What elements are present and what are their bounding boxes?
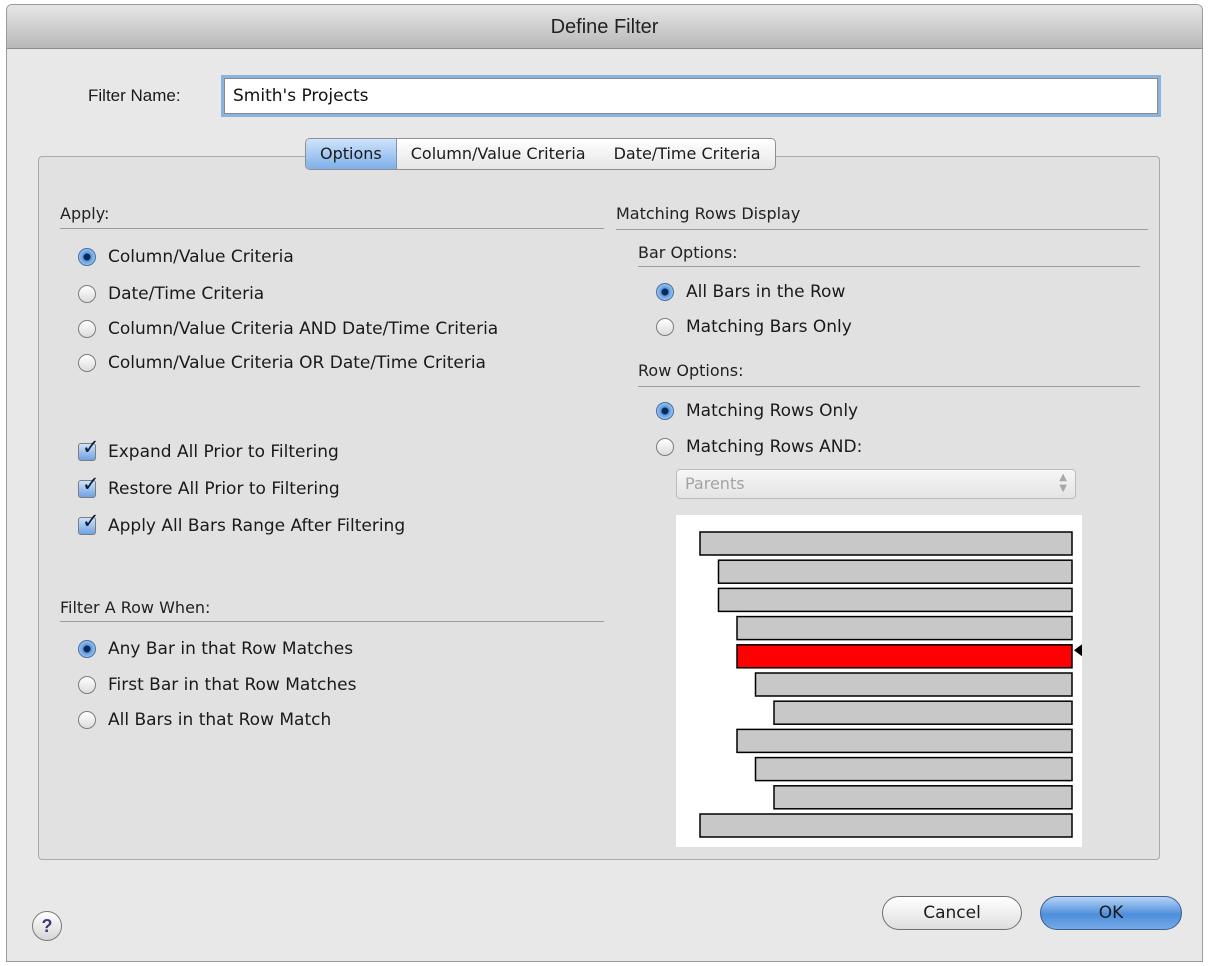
apply-divider: [60, 228, 604, 229]
checkbox[interactable]: ✓: [78, 437, 100, 461]
bar-option-all-bars[interactable]: All Bars in the Row: [656, 280, 845, 304]
tab-column-value-criteria[interactable]: Column/Value Criteria: [397, 139, 600, 169]
checkmark-icon: ✓: [82, 472, 100, 496]
apply-option-or[interactable]: Column/Value Criteria OR Date/Time Crite…: [78, 351, 486, 375]
bar-options-heading: Bar Options:: [638, 243, 738, 262]
radio-button[interactable]: [656, 318, 674, 336]
radio-button[interactable]: [656, 283, 674, 301]
select-value: Parents: [685, 474, 745, 493]
preview-bar: [736, 615, 1073, 641]
checkbox-label: Restore All Prior to Filtering: [108, 479, 340, 499]
help-button[interactable]: ?: [32, 911, 62, 941]
tab-bar: Options Column/Value Criteria Date/Time …: [305, 138, 776, 170]
related-rows-select[interactable]: Parents ▲ ▼: [676, 469, 1076, 499]
preview-bar: [773, 785, 1073, 810]
filter-name-label: Filter Name:: [88, 86, 181, 105]
preview-bar: [736, 728, 1073, 754]
checkbox-label: Expand All Prior to Filtering: [108, 442, 339, 462]
preview-bar: [699, 813, 1073, 838]
option-label: Any Bar in that Row Matches: [108, 639, 354, 659]
checkmark-icon: ✓: [82, 509, 100, 533]
preview-bar: [699, 531, 1073, 556]
option-label: Column/Value Criteria AND Date/Time Crit…: [108, 319, 499, 339]
checkbox-apply-all-bars[interactable]: ✓ Apply All Bars Range After Filtering: [78, 511, 406, 538]
row-option-matching-and[interactable]: Matching Rows AND:: [656, 435, 862, 459]
matching-display-heading: Matching Rows Display: [616, 204, 801, 223]
filter-name-input[interactable]: [224, 78, 1158, 114]
filter-row-option-all[interactable]: All Bars in that Row Match: [78, 708, 331, 732]
filter-row-divider: [60, 621, 604, 622]
row-options-heading: Row Options:: [638, 361, 744, 380]
bar-options-divider: [638, 266, 1140, 267]
radio-button[interactable]: [78, 285, 96, 303]
filter-row-option-any[interactable]: Any Bar in that Row Matches: [78, 637, 353, 661]
checkbox-expand-all[interactable]: ✓ Expand All Prior to Filtering: [78, 437, 339, 464]
apply-option-column-value[interactable]: Column/Value Criteria: [78, 245, 294, 269]
option-label: Column/Value Criteria OR Date/Time Crite…: [108, 353, 486, 373]
preview-bar: [754, 672, 1073, 697]
cancel-button[interactable]: Cancel: [882, 896, 1022, 930]
checkbox-restore-all[interactable]: ✓ Restore All Prior to Filtering: [78, 474, 340, 501]
checkbox[interactable]: ✓: [78, 474, 100, 498]
preview-bar-highlighted: [736, 644, 1073, 669]
tab-options[interactable]: Options: [306, 139, 397, 169]
radio-button[interactable]: [78, 676, 96, 694]
option-label: Matching Rows Only: [686, 401, 859, 421]
radio-button[interactable]: [78, 320, 96, 338]
checkbox-label: Apply All Bars Range After Filtering: [108, 516, 406, 536]
apply-option-date-time[interactable]: Date/Time Criteria: [78, 282, 264, 306]
select-arrows-icon: ▲ ▼: [1059, 472, 1067, 494]
apply-heading: Apply:: [60, 204, 110, 223]
option-label: Matching Rows AND:: [686, 437, 863, 457]
option-label: Column/Value Criteria: [108, 247, 294, 267]
radio-button[interactable]: [78, 354, 96, 372]
filter-row-option-first[interactable]: First Bar in that Row Matches: [78, 673, 356, 697]
preview-bar: [773, 700, 1073, 725]
row-options-divider: [638, 386, 1140, 387]
tab-date-time-criteria[interactable]: Date/Time Criteria: [600, 139, 775, 169]
radio-button[interactable]: [656, 438, 674, 456]
radio-button[interactable]: [78, 711, 96, 729]
radio-button[interactable]: [78, 248, 96, 266]
option-label: First Bar in that Row Matches: [108, 675, 357, 695]
match-marker-icon: [1074, 644, 1082, 657]
option-label: Date/Time Criteria: [108, 284, 265, 304]
bar-option-matching-only[interactable]: Matching Bars Only: [656, 315, 852, 339]
apply-option-and[interactable]: Column/Value Criteria AND Date/Time Crit…: [78, 317, 498, 341]
preview-bar: [717, 559, 1073, 584]
checkbox[interactable]: ✓: [78, 511, 100, 535]
filter-preview-diagram: [676, 515, 1082, 847]
preview-bar: [754, 756, 1073, 782]
filter-row-heading: Filter A Row When:: [60, 598, 211, 617]
radio-button[interactable]: [78, 640, 96, 658]
ok-button[interactable]: OK: [1040, 896, 1182, 930]
option-label: All Bars in the Row: [686, 282, 846, 302]
option-label: Matching Bars Only: [686, 317, 852, 337]
preview-bar: [717, 587, 1073, 613]
row-option-matching-only[interactable]: Matching Rows Only: [656, 399, 858, 423]
matching-display-divider: [616, 229, 1148, 230]
window-title: Define Filter: [7, 5, 1202, 49]
checkmark-icon: ✓: [82, 435, 100, 459]
option-label: All Bars in that Row Match: [108, 710, 332, 730]
radio-button[interactable]: [656, 402, 674, 420]
